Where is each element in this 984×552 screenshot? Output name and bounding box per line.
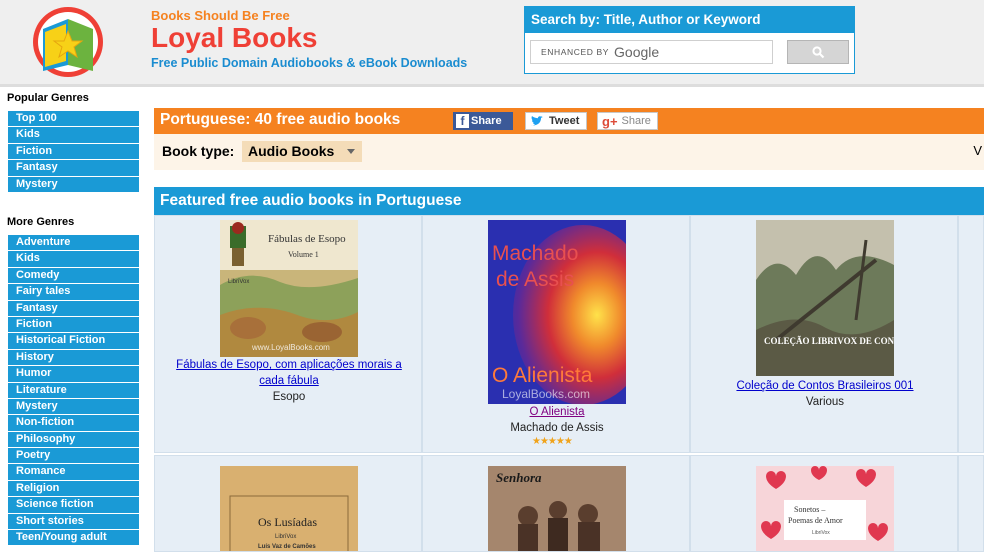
cover-title-line: Sonetos –	[794, 505, 826, 514]
book-cover-os-lusiadas[interactable]: Os Lusíadas LibriVox Luís Vaz de Camões	[220, 466, 358, 552]
google-plus-share-button[interactable]: g+ Share	[597, 112, 658, 130]
google-plus-share-label: Share	[621, 115, 651, 127]
book-title-link[interactable]: O Alienista	[431, 404, 683, 420]
featured-books-grid: Fábulas de Esopo Volume 1 LibriVox www.L…	[154, 215, 984, 552]
genre-link-romance[interactable]: Romance	[8, 464, 139, 481]
cover-author-line-1: Machado	[492, 242, 578, 265]
book-title-link[interactable]: Coleção de Contos Brasileiros 001	[699, 378, 951, 394]
book-type-bar: Book type: Audio Books V	[154, 134, 984, 170]
genre-link-science-fiction[interactable]: Science fiction	[8, 497, 139, 514]
book-card: Sonetos – Poemas de Amor LibriVox	[690, 455, 958, 552]
book-cover-senhora[interactable]: Senhora	[488, 466, 626, 552]
cover-watermark-text: www.LoyalBooks.com	[251, 343, 330, 352]
site-header: Books Should Be Free Loyal Books Free Pu…	[0, 0, 984, 86]
google-plus-icon: g+	[602, 113, 618, 129]
cover-title-text: O Alienista	[492, 364, 593, 387]
enhanced-by-label: ENHANCED BY	[541, 47, 610, 57]
facebook-icon: f	[456, 114, 469, 128]
book-author: Esopo	[272, 391, 306, 403]
book-cover-o-alienista[interactable]: Machado de Assis O Alienista LoyalBooks.…	[488, 220, 626, 404]
cut-off-text: V	[973, 143, 982, 158]
genre-link-short-stories[interactable]: Short stories	[8, 513, 139, 531]
genre-link-mystery[interactable]: Mystery	[8, 398, 139, 416]
search-icon	[811, 45, 824, 58]
book-cover-fabulas[interactable]: Fábulas de Esopo Volume 1 LibriVox www.L…	[220, 220, 358, 357]
book-card: Machado de Assis O Alienista LoyalBooks.…	[422, 215, 690, 453]
genre-link-poetry[interactable]: Poetry	[8, 448, 139, 465]
more-genres-list: Adventure Kids Comedy Fairy tales Fantas…	[8, 235, 139, 547]
genre-link-fantasy[interactable]: Fantasy	[8, 300, 139, 317]
genre-link-non-fiction[interactable]: Non-fiction	[8, 415, 139, 432]
rating-stars: ★★★★★	[532, 436, 573, 447]
language-title: Portuguese: 40 free audio books	[160, 111, 401, 128]
cover-author-text: Luís Vaz de Camões	[258, 544, 316, 550]
book-title-link[interactable]: Fábulas de Esopo, com aplicações morais …	[163, 357, 415, 389]
genre-link-kids[interactable]: Kids	[8, 127, 139, 144]
cover-watermark-text: LoyalBooks.com	[502, 387, 590, 401]
book-author: Various	[805, 396, 845, 408]
book-type-value: Audio Books	[248, 143, 335, 159]
genre-link-humor[interactable]: Humor	[8, 366, 139, 383]
cover-title-line: Poemas de Amor	[788, 516, 843, 525]
language-title-bar: Portuguese: 40 free audio books f Share …	[154, 108, 984, 134]
book-card: COLEÇÃO LIBRIVOX DE CONTOS BRASILEIROS 0…	[690, 215, 958, 453]
google-label: Google	[614, 44, 660, 60]
cover-brand-text: LibriVox	[275, 534, 296, 540]
cover-author-line-2: de Assis	[496, 268, 574, 291]
book-card	[958, 455, 984, 552]
popular-genres-heading: Popular Genres	[7, 92, 89, 104]
site-title[interactable]: Loyal Books	[151, 22, 317, 54]
tweet-button[interactable]: Tweet	[525, 112, 587, 130]
cover-volume-text: Volume 1	[288, 250, 319, 259]
book-card	[958, 215, 984, 453]
genre-link-comedy[interactable]: Comedy	[8, 267, 139, 285]
loyal-books-logo-icon[interactable]	[29, 5, 107, 79]
tweet-label: Tweet	[549, 115, 580, 127]
genre-link-kids[interactable]: Kids	[8, 251, 139, 268]
book-type-label: Book type:	[162, 143, 235, 159]
book-cover-sonetos[interactable]: Sonetos – Poemas de Amor LibriVox	[756, 466, 894, 552]
site-tagline: Books Should Be Free	[151, 8, 290, 23]
search-button[interactable]	[787, 40, 849, 64]
book-card: Fábulas de Esopo Volume 1 LibriVox www.L…	[154, 215, 422, 453]
book-cover-contos-brasileiros[interactable]: COLEÇÃO LIBRIVOX DE CONTOS BRASILEIROS 0…	[756, 220, 894, 376]
book-author: Machado de Assis	[510, 422, 604, 434]
search-input[interactable]: ENHANCED BY Google	[530, 40, 773, 64]
genre-link-history[interactable]: History	[8, 349, 139, 367]
search-panel: Search by: Title, Author or Keyword ENHA…	[524, 6, 855, 74]
header-divider	[0, 84, 984, 87]
popular-genres-list: Top 100 Kids Fiction Fantasy Mystery	[8, 111, 139, 193]
cover-title-text: Senhora	[496, 470, 542, 485]
cover-brand-text: LibriVox	[812, 530, 830, 536]
genre-link-top-100[interactable]: Top 100	[8, 111, 139, 128]
genre-link-fiction[interactable]: Fiction	[8, 143, 139, 161]
genre-link-mystery[interactable]: Mystery	[8, 176, 139, 193]
genre-link-adventure[interactable]: Adventure	[8, 235, 139, 252]
facebook-share-button[interactable]: f Share	[453, 112, 513, 130]
genre-link-philosophy[interactable]: Philosophy	[8, 431, 139, 449]
genre-link-fiction[interactable]: Fiction	[8, 316, 139, 334]
genre-link-fairy-tales[interactable]: Fairy tales	[8, 284, 139, 301]
site-subtitle: Free Public Domain Audiobooks & eBook Do…	[151, 56, 468, 70]
book-card: Os Lusíadas LibriVox Luís Vaz de Camões	[154, 455, 422, 552]
cover-title-text: Fábulas de Esopo	[268, 233, 346, 245]
genre-link-historical-fiction[interactable]: Historical Fiction	[8, 333, 139, 350]
genre-link-religion[interactable]: Religion	[8, 480, 139, 498]
search-heading: Search by: Title, Author or Keyword	[525, 7, 854, 33]
cover-title-text: COLEÇÃO LIBRIVOX DE CONTOS BRASILEIROS 0…	[764, 336, 894, 346]
facebook-share-label: Share	[471, 115, 502, 127]
featured-heading: Featured free audio books in Portuguese	[154, 187, 984, 215]
book-card: Senhora	[422, 455, 690, 552]
genre-link-teen-young-adult[interactable]: Teen/Young adult	[8, 530, 139, 547]
genre-link-literature[interactable]: Literature	[8, 382, 139, 399]
cover-title-text: Os Lusíadas	[258, 515, 317, 529]
genre-link-fantasy[interactable]: Fantasy	[8, 160, 139, 177]
more-genres-heading: More Genres	[7, 216, 75, 228]
twitter-bird-icon	[531, 115, 543, 125]
book-type-select[interactable]: Audio Books	[242, 141, 362, 162]
dropdown-caret-icon	[347, 149, 355, 154]
cover-brand-text: LibriVox	[228, 279, 249, 285]
